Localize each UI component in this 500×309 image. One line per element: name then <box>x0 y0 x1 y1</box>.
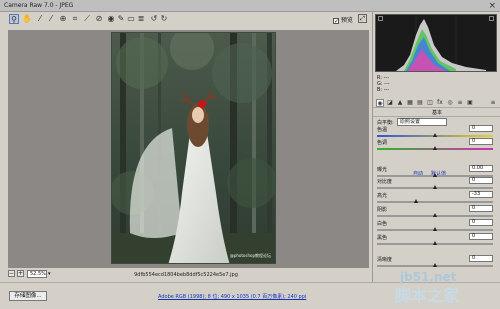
control-value-field[interactable]: 0 <box>469 233 493 240</box>
slider-track[interactable] <box>377 199 493 203</box>
tone-curve-tab-icon[interactable]: ◪ <box>386 99 394 107</box>
image-filename: 9dfb554ecd1804beb8ddf5c5224e5e7.jpg <box>134 272 238 278</box>
white-balance-icon[interactable]: ⁄ <box>35 14 45 24</box>
control-label: 阴影 <box>377 207 388 213</box>
control-value-field[interactable]: 0 <box>469 205 493 212</box>
crop-icon[interactable]: ⌗ <box>70 14 80 24</box>
camera-calibration-tab-icon[interactable]: ◎ <box>446 99 454 107</box>
control-label: 白色 <box>377 221 388 227</box>
control-value-field[interactable]: 0 <box>469 177 493 184</box>
photo-watermark: @photoshop教程论坛 <box>229 253 271 258</box>
graduated-filter-icon[interactable]: ▭ <box>126 14 136 24</box>
site-watermark-cn: 脚本之家 <box>395 286 460 305</box>
photo-preview: @photoshop教程论坛 <box>111 32 276 264</box>
save-image-button[interactable]: 存储图像... <box>9 291 47 301</box>
slider-thumb[interactable] <box>432 146 438 150</box>
control-label: 高光 <box>377 193 388 199</box>
histogram <box>375 14 497 72</box>
preview-checkbox[interactable]: ✓ 预览 <box>333 15 353 25</box>
presets-tab-icon[interactable]: ≡ <box>456 99 464 107</box>
adjustment-brush-icon[interactable]: ✎ <box>116 14 126 24</box>
control-label: 曝光 <box>377 167 388 173</box>
preview-canvas: @photoshop教程论坛 <box>8 30 369 268</box>
window-title: Camera Raw 7.0 - JPEG <box>4 2 74 9</box>
red-eye-icon[interactable]: ◉ <box>106 14 116 24</box>
control-value-field[interactable]: 0 <box>469 125 493 132</box>
slider-thumb[interactable] <box>432 241 438 245</box>
slider-thumb[interactable] <box>432 185 438 189</box>
slider-track[interactable] <box>377 185 493 189</box>
effects-tab-icon[interactable]: fx <box>436 99 444 107</box>
spot-removal-icon[interactable]: ⊘ <box>94 14 104 24</box>
highlight-clipping-icon[interactable] <box>489 16 494 21</box>
slider-thumb[interactable] <box>432 227 438 231</box>
rgb-b-readout: B: --- <box>377 87 390 93</box>
preview-label: 预览 <box>340 17 353 24</box>
control-label: 清晰度 <box>377 257 393 263</box>
split-toning-tab-icon[interactable]: ▤ <box>416 99 424 107</box>
control-label: 色温 <box>377 127 388 133</box>
hsl-tab-icon[interactable]: ▦ <box>406 99 414 107</box>
slider-thumb[interactable] <box>413 199 419 203</box>
panel-menu-icon[interactable]: ≡ <box>489 99 497 107</box>
control-value-field[interactable]: 0 <box>469 255 493 262</box>
snapshots-tab-icon[interactable]: ▣ <box>466 99 474 107</box>
slider-thumb[interactable] <box>432 213 438 217</box>
rotate-ccw-icon[interactable]: ↺ <box>149 14 159 24</box>
slider-track[interactable] <box>377 263 493 267</box>
straighten-icon[interactable]: ⟋ <box>82 14 92 24</box>
rgb-readout: R: --- G: --- B: --- <box>377 75 390 93</box>
rotate-cw-icon[interactable]: ↻ <box>159 14 169 24</box>
checkbox-check-icon: ✓ <box>333 18 340 25</box>
slider-track[interactable] <box>377 133 493 137</box>
histogram-graph <box>396 15 486 71</box>
control-value-field[interactable]: -33 <box>469 191 493 198</box>
white-balance-select[interactable]: 原照设置 <box>397 118 447 126</box>
workflow-options-link[interactable]: Adobe RGB (1998); 8 位; 490 x 1035 (0.7 百… <box>158 293 306 300</box>
slider-track[interactable] <box>377 227 493 231</box>
basic-tab-icon[interactable]: ◉ <box>376 99 384 107</box>
photo-image <box>112 33 275 263</box>
detail-tab-icon[interactable]: ▲ <box>396 99 404 107</box>
basic-panel-header: 基本 <box>373 109 500 117</box>
slider-track[interactable] <box>377 241 493 245</box>
control-value-field[interactable]: 0 <box>469 138 493 145</box>
slider-track[interactable] <box>377 213 493 217</box>
slider-thumb[interactable] <box>432 263 438 267</box>
adjustments-panel: R: --- G: --- B: --- ◉ ◪ ▲ ▦ ▤ ◫ fx ◎ ≡ … <box>372 12 500 282</box>
title-bar: Camera Raw 7.0 - JPEG × <box>0 0 500 12</box>
slider-track[interactable] <box>377 146 493 150</box>
control-value-field[interactable]: 0.00 <box>469 165 493 172</box>
hand-icon[interactable]: ✋ <box>22 14 32 24</box>
control-label: 色调 <box>377 140 388 146</box>
fullscreen-icon[interactable]: ⤢ <box>358 14 367 23</box>
control-label: 对比度 <box>377 179 393 185</box>
control-value-field[interactable]: 0 <box>469 219 493 226</box>
close-icon[interactable]: × <box>488 0 496 12</box>
lens-tab-icon[interactable]: ◫ <box>426 99 434 107</box>
toolbar: ⚲ ✋ ⁄ ⁄ ⊕ ⌗ ⟋ ⊘ ◉ ✎ ▭ ≣ ↺ ↻ ✓ 预览 ⤢ <box>0 12 372 27</box>
preferences-icon[interactable]: ≣ <box>136 14 146 24</box>
shadow-clipping-icon[interactable] <box>378 16 383 21</box>
white-balance-label: 白平衡: <box>377 120 394 126</box>
color-sampler-icon[interactable]: ⁄ <box>46 14 56 24</box>
control-label: 黑色 <box>377 235 388 241</box>
slider-thumb[interactable] <box>432 133 438 137</box>
zoom-icon[interactable]: ⚲ <box>9 14 19 24</box>
target-adjust-icon[interactable]: ⊕ <box>58 14 68 24</box>
slider-thumb[interactable] <box>432 173 438 177</box>
panel-tabs: ◉ ◪ ▲ ▦ ▤ ◫ fx ◎ ≡ ▣ ≡ <box>373 98 500 108</box>
